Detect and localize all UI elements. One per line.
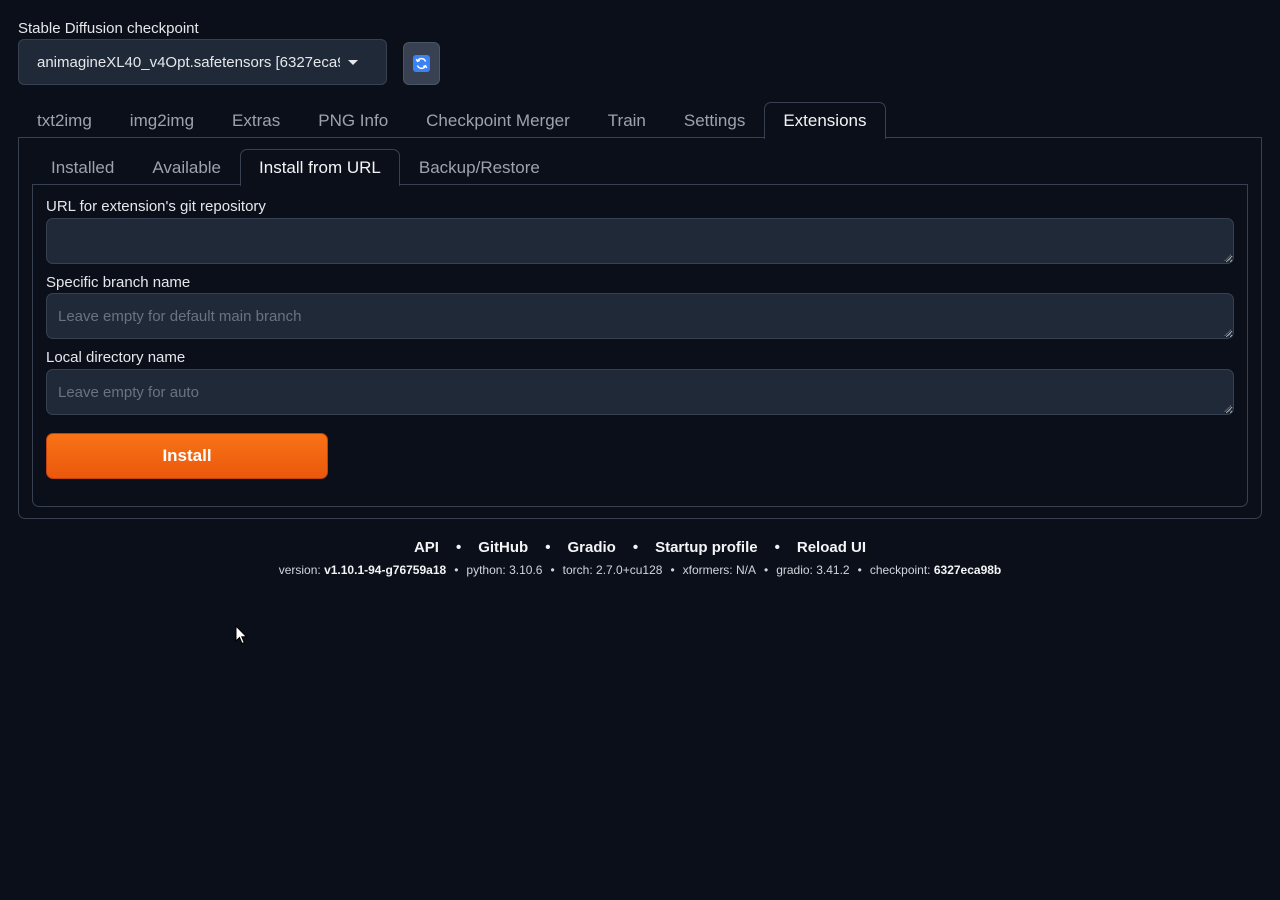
- footer-separator: •: [774, 539, 780, 556]
- version-key: gradio:: [776, 563, 817, 577]
- branch-field-wrapper: [46, 293, 1234, 339]
- tab-img2img[interactable]: img2img: [111, 102, 213, 138]
- tab-png-info[interactable]: PNG Info: [299, 102, 407, 138]
- footer-separator: •: [632, 539, 639, 556]
- tab-checkpoint-merger[interactable]: Checkpoint Merger: [407, 102, 589, 138]
- url-field-wrapper: [46, 218, 1234, 264]
- tab-extras[interactable]: Extras: [213, 102, 299, 138]
- footer-link-startup-profile[interactable]: Startup profile: [655, 539, 758, 556]
- footer-separator: •: [545, 539, 551, 556]
- extensions-sub-tab-bar: Installed Available Install from URL Backup…: [32, 149, 559, 186]
- version-item: python: 3.10.6: [466, 563, 542, 577]
- chevron-down-icon: [348, 60, 358, 65]
- refresh-checkpoints-button[interactable]: [403, 42, 440, 85]
- tab-extensions[interactable]: Extensions: [764, 102, 886, 139]
- footer-separator: •: [454, 563, 459, 577]
- version-item: version: v1.10.1-94-g76759a18: [279, 563, 446, 577]
- version-key: python:: [466, 563, 510, 577]
- dir-field-wrapper: [46, 369, 1234, 415]
- tab-txt2img[interactable]: txt2img: [18, 102, 111, 138]
- version-value: 3.10.6: [509, 563, 543, 577]
- footer-versions: version: v1.10.1-94-g76759a18 • python: 3.…: [0, 563, 1280, 577]
- version-value: v1.10.1-94-g76759a18: [324, 563, 447, 577]
- checkpoint-selected-value: animagineXL40_v4Opt.safetensors [6327eca…: [37, 53, 340, 71]
- url-field-label: URL for extension's git repository: [46, 198, 266, 215]
- checkpoint-dropdown[interactable]: animagineXL40_v4Opt.safetensors [6327eca…: [18, 39, 387, 85]
- version-value: 2.7.0+cu128: [596, 563, 663, 577]
- branch-name-input[interactable]: [46, 293, 1234, 339]
- version-value: 6327eca98b: [933, 563, 1002, 577]
- footer-separator: •: [764, 563, 769, 577]
- version-key: checkpoint:: [869, 563, 934, 577]
- checkpoint-label: Stable Diffusion checkpoint: [18, 20, 199, 37]
- version-item: gradio: 3.41.2: [776, 563, 849, 577]
- footer-link-gradio[interactable]: Gradio: [567, 539, 615, 556]
- tab-settings[interactable]: Settings: [665, 102, 764, 138]
- branch-field-label: Specific branch name: [46, 274, 191, 291]
- dir-field-label: Local directory name: [46, 349, 186, 366]
- subtab-installed[interactable]: Installed: [32, 149, 133, 185]
- mouse-pointer-icon: [235, 624, 249, 650]
- subtab-available[interactable]: Available: [133, 149, 240, 185]
- version-value: N/A: [735, 563, 756, 577]
- footer-separator: •: [857, 563, 862, 577]
- version-item: torch: 2.7.0+cu128: [563, 563, 663, 577]
- version-key: xformers:: [682, 563, 736, 577]
- tab-train[interactable]: Train: [589, 102, 665, 138]
- subtab-install-from-url[interactable]: Install from URL: [240, 149, 400, 186]
- subtab-backup-restore[interactable]: Backup/Restore: [400, 149, 559, 185]
- version-item: xformers: N/A: [683, 563, 756, 577]
- footer-link-api[interactable]: API: [414, 539, 439, 556]
- footer-link-github[interactable]: GitHub: [478, 539, 528, 556]
- git-url-input[interactable]: [46, 218, 1234, 264]
- directory-name-input[interactable]: [46, 369, 1234, 415]
- footer-separator: •: [550, 563, 555, 577]
- refresh-icon: [413, 55, 430, 72]
- version-key: version:: [278, 563, 325, 577]
- version-value: 3.41.2: [816, 563, 850, 577]
- footer-links: API • GitHub • Gradio • Startup profile • Reload…: [0, 539, 1280, 556]
- install-button[interactable]: Install: [46, 433, 328, 479]
- version-key: torch:: [562, 563, 597, 577]
- version-item: checkpoint: 6327eca98b: [870, 563, 1001, 577]
- footer-separator: •: [670, 563, 675, 577]
- footer-separator: •: [455, 539, 462, 556]
- main-tab-bar: txt2img img2img Extras PNG Info Checkpoint M…: [18, 102, 886, 139]
- footer-link-reload-ui[interactable]: Reload UI: [797, 539, 866, 556]
